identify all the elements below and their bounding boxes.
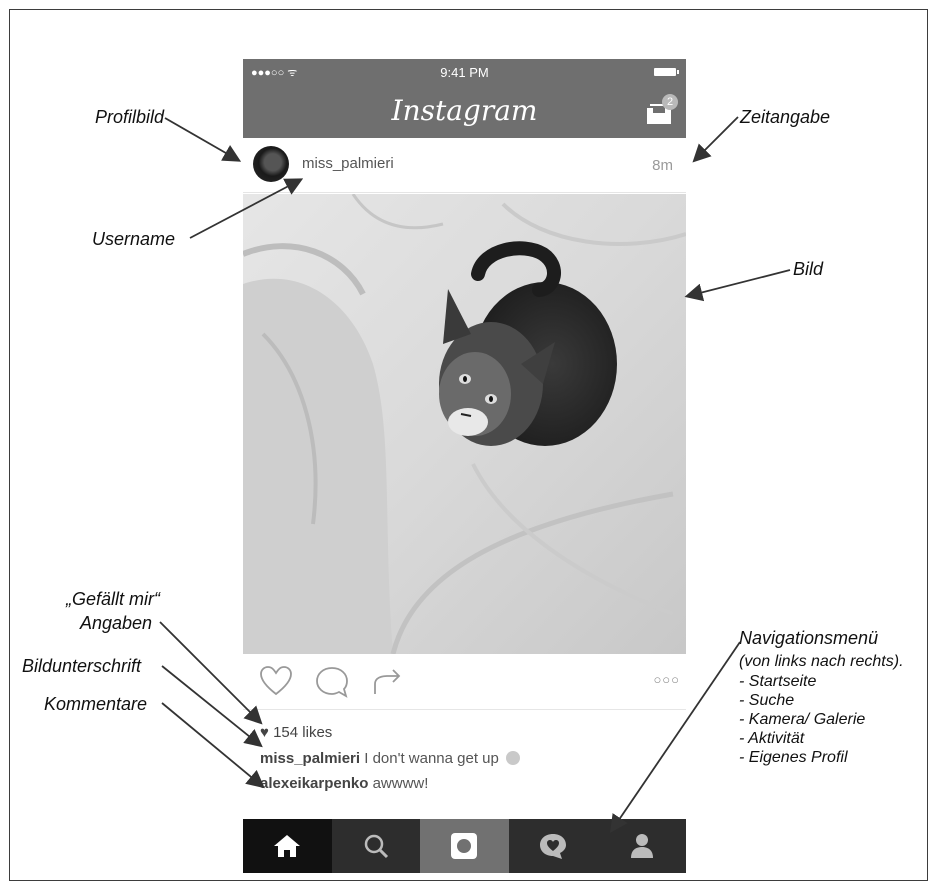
arrow-comment bbox=[161, 702, 265, 789]
arrow-bild bbox=[684, 269, 791, 302]
arrow-likes bbox=[159, 621, 263, 725]
annotation-arrows bbox=[159, 116, 791, 833]
arrow-caption bbox=[161, 665, 263, 748]
arrow-zeitangabe bbox=[692, 116, 739, 163]
arrow-navigation bbox=[609, 641, 741, 833]
arrow-profilbild bbox=[164, 117, 242, 162]
arrow-username bbox=[189, 178, 304, 239]
